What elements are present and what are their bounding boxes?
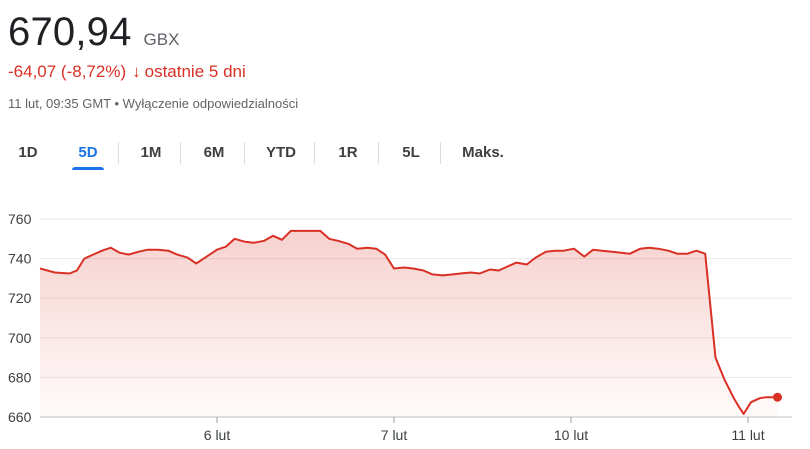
- tab-divider: [440, 142, 441, 164]
- y-tick-label: 740: [8, 251, 32, 267]
- tab-max[interactable]: Maks.: [442, 134, 524, 170]
- y-tick-label: 700: [8, 330, 32, 346]
- arrow-down-icon: ↓: [132, 62, 141, 81]
- tab-ytd[interactable]: YTD: [246, 134, 316, 170]
- tab-divider: [180, 142, 181, 164]
- tab-1m[interactable]: 1M: [120, 134, 182, 170]
- change-period: ostatnie 5 dni: [144, 62, 246, 81]
- y-tick-label: 720: [8, 290, 32, 306]
- x-axis: 6 lut 7 lut 10 lut 11 lut: [204, 417, 765, 443]
- x-tick-label: 7 lut: [381, 427, 408, 443]
- current-price: 670,94: [8, 10, 132, 54]
- x-tick-label: 11 lut: [731, 427, 764, 443]
- y-axis-labels: 760 740 720 700 680 660: [8, 211, 32, 425]
- price-change: -64,07 (-8,72%) ↓ ostatnie 5 dni: [8, 62, 246, 82]
- y-tick-label: 680: [8, 369, 32, 385]
- y-tick-label: 660: [8, 409, 32, 425]
- y-tick-label: 760: [8, 211, 32, 227]
- tab-1r[interactable]: 1R: [316, 134, 380, 170]
- last-price-marker: [773, 392, 782, 402]
- tab-1d[interactable]: 1D: [0, 134, 56, 170]
- tab-5l[interactable]: 5L: [380, 134, 442, 170]
- x-tick-label: 6 lut: [204, 427, 231, 443]
- tab-divider: [118, 142, 119, 164]
- tab-6m[interactable]: 6M: [182, 134, 246, 170]
- range-tabs: 1D 5D 1M 6M YTD 1R 5L Maks.: [0, 134, 524, 170]
- meta-separator: •: [114, 96, 120, 111]
- tab-divider: [378, 142, 379, 164]
- tab-divider: [244, 142, 245, 164]
- tab-5d[interactable]: 5D: [56, 134, 120, 170]
- quote-meta: 11 lut, 09:35 GMT • Wyłączenie odpowiedz…: [8, 96, 298, 111]
- disclaimer-link[interactable]: Wyłączenie odpowiedzialności: [123, 96, 298, 111]
- price-chart[interactable]: 760 740 720 700 680 660 6 lut 7 lut 10 lut 11 lu…: [0, 190, 810, 449]
- tab-divider: [314, 142, 315, 164]
- quote-header: 670,94 GBX: [8, 8, 179, 56]
- quote-timestamp: 11 lut, 09:35 GMT: [8, 96, 111, 111]
- change-value: -64,07 (-8,72%): [8, 62, 127, 81]
- currency-code: GBX: [143, 30, 180, 49]
- x-tick-label: 10 lut: [554, 427, 588, 443]
